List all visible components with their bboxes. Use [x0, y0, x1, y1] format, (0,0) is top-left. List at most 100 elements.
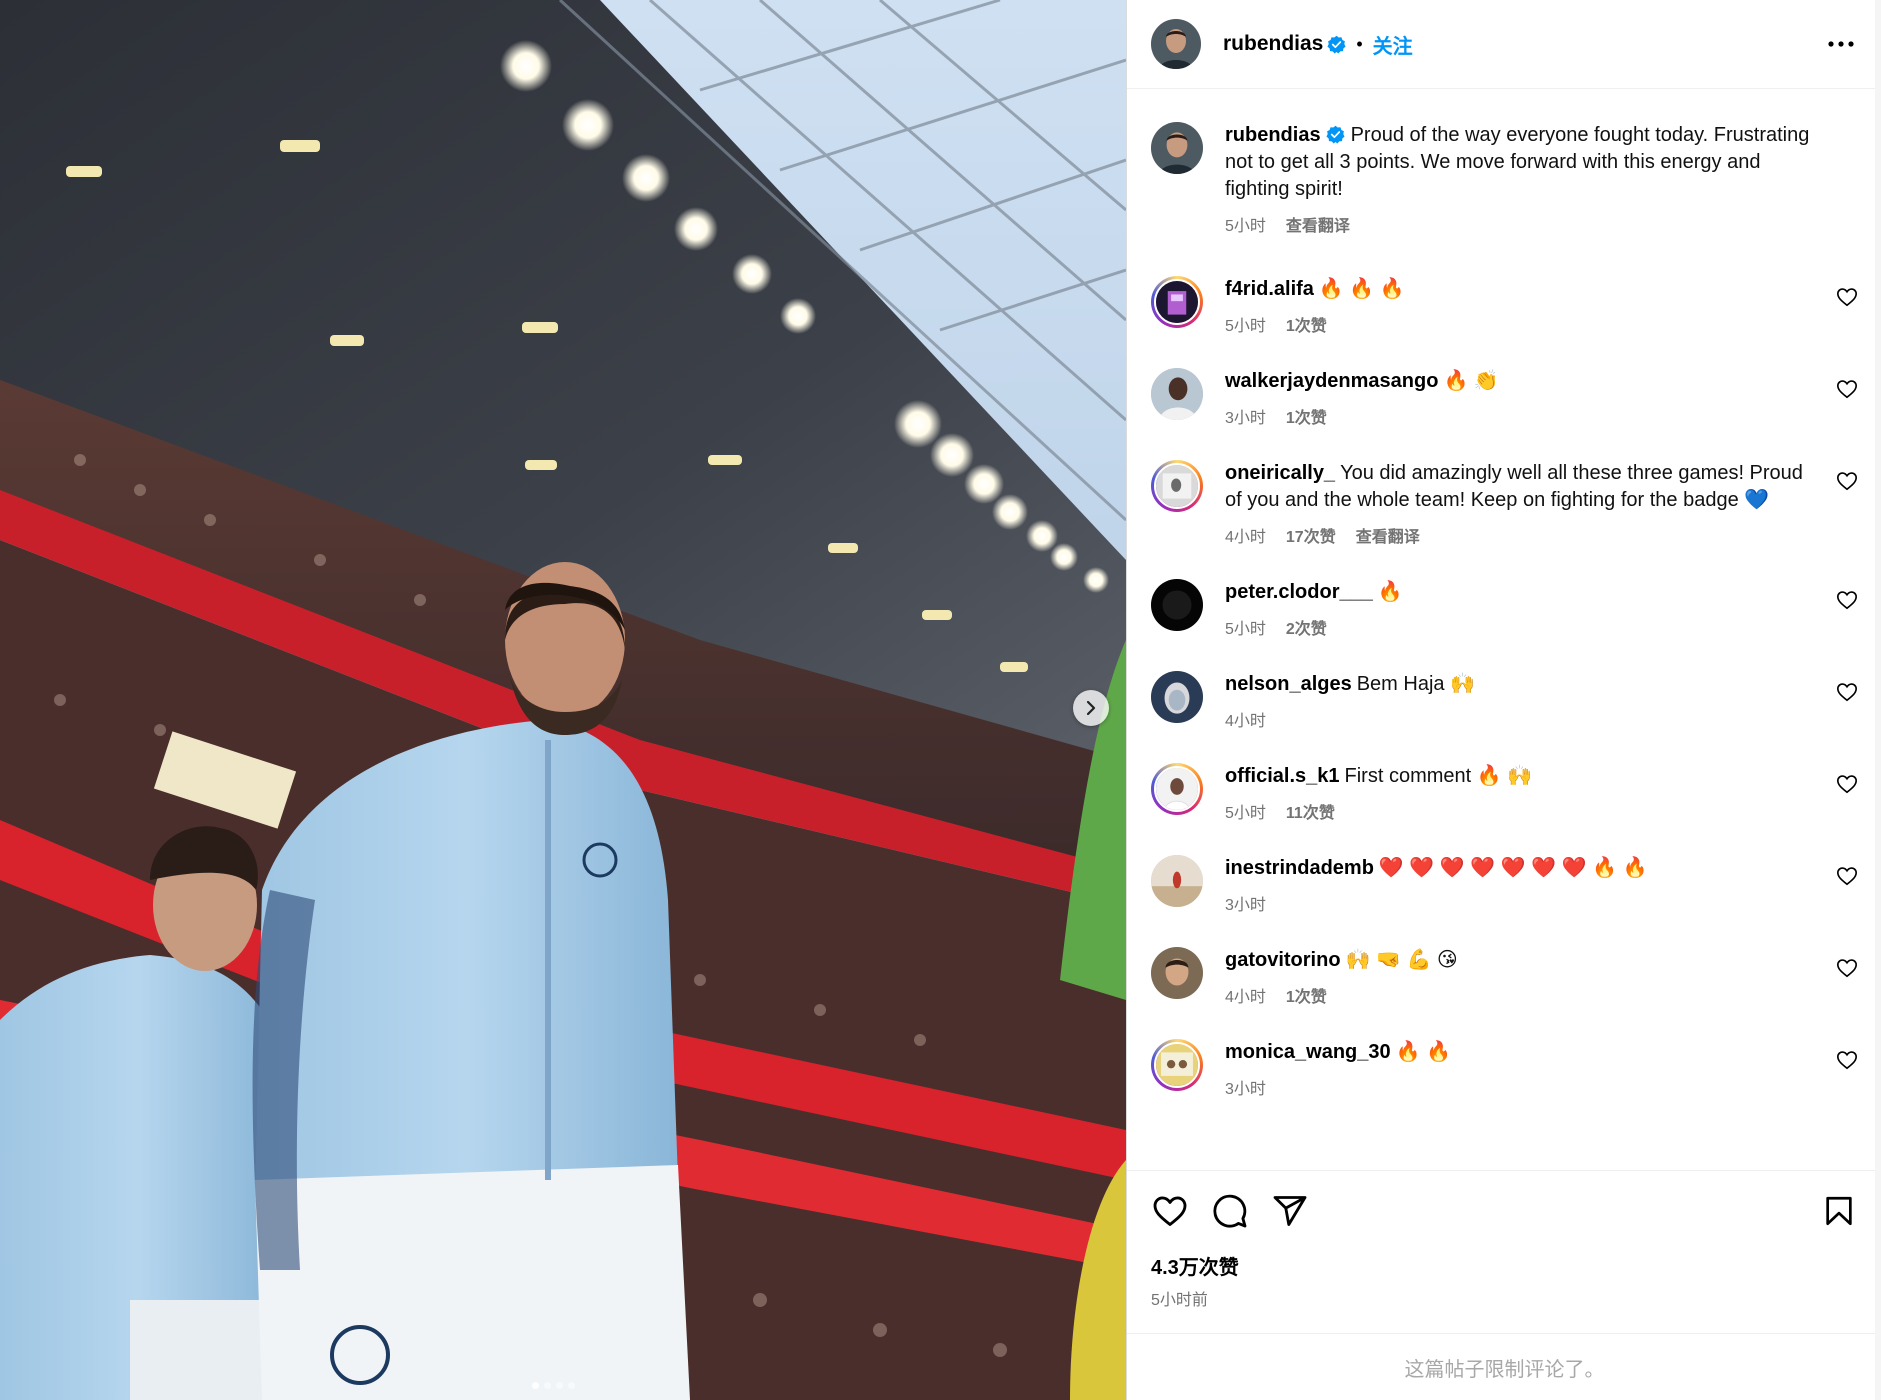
- carousel-indicator: [532, 1382, 575, 1389]
- commenter-avatar[interactable]: [1151, 947, 1203, 999]
- commenter-username[interactable]: gatovitorino: [1225, 949, 1341, 971]
- comment-likes[interactable]: 1次赞: [1286, 404, 1327, 428]
- avatar-image: [1156, 1044, 1198, 1086]
- heart-icon: [1153, 1196, 1187, 1226]
- commenter-avatar[interactable]: [1151, 1039, 1203, 1091]
- commenter-username[interactable]: nelson_alges: [1225, 673, 1352, 695]
- avatar-image: [1151, 368, 1203, 420]
- avatar-image: [1151, 122, 1203, 174]
- comments-list[interactable]: rubendias Proud of the way everyone fough…: [1127, 90, 1881, 1170]
- commenter-username[interactable]: inestrindademb: [1225, 857, 1374, 879]
- heart-icon[interactable]: [1836, 865, 1858, 887]
- carousel-next-button[interactable]: [1073, 690, 1109, 726]
- comment-item: inestrindademb ❤️ ❤️ ❤️ ❤️ ❤️ ❤️ ❤️ 🔥 🔥 3…: [1151, 855, 1858, 915]
- avatar-image: [1151, 671, 1203, 723]
- commenter-avatar[interactable]: [1151, 579, 1203, 631]
- paper-plane-icon: [1273, 1196, 1307, 1226]
- comment-likes[interactable]: 1次赞: [1286, 983, 1327, 1007]
- avatar-image: [1151, 579, 1203, 631]
- avatar-image: [1151, 855, 1203, 907]
- avatar-image: [1151, 19, 1201, 69]
- comment-likes[interactable]: 11次赞: [1286, 799, 1335, 823]
- avatar-image: [1156, 465, 1198, 507]
- translate-link[interactable]: 查看翻译: [1286, 212, 1350, 236]
- save-button[interactable]: [1820, 1192, 1858, 1230]
- comment-time[interactable]: 3小时: [1225, 404, 1266, 428]
- author-avatar[interactable]: [1151, 122, 1203, 174]
- likes-count[interactable]: 4.3万次赞: [1127, 1251, 1881, 1280]
- post-header: rubendias • 关注: [1127, 0, 1881, 89]
- comment-time[interactable]: 3小时: [1225, 891, 1266, 915]
- caption-time[interactable]: 5小时: [1225, 212, 1266, 236]
- follow-button[interactable]: 关注: [1373, 30, 1413, 59]
- heart-icon[interactable]: [1836, 286, 1858, 308]
- comment-item: f4rid.alifa 🔥 🔥 🔥 5小时 1次赞: [1151, 276, 1858, 336]
- commenter-username[interactable]: peter.clodor___: [1225, 581, 1373, 603]
- commenter-avatar[interactable]: [1151, 763, 1203, 815]
- caption-username[interactable]: rubendias: [1225, 124, 1321, 146]
- comment-text: 🔥 🔥: [1395, 1041, 1451, 1063]
- comments-limited-notice: 这篇帖子限制评论了。: [1127, 1333, 1881, 1400]
- comment-item: official.s_k1 First comment 🔥 🙌 5小时 11次赞: [1151, 763, 1858, 823]
- heart-icon[interactable]: [1836, 589, 1858, 611]
- separator-dot: •: [1356, 33, 1363, 54]
- commenter-username[interactable]: walkerjaydenmasango: [1225, 370, 1438, 392]
- post-actions: 4.3万次赞 5小时前: [1127, 1170, 1881, 1310]
- author-avatar[interactable]: [1151, 19, 1201, 69]
- share-button[interactable]: [1271, 1192, 1309, 1230]
- post-timestamp[interactable]: 5小时前: [1127, 1280, 1881, 1310]
- comment-text: 🔥 🔥 🔥: [1318, 278, 1405, 300]
- heart-icon[interactable]: [1836, 470, 1858, 492]
- comment-item: oneirically_ You did amazingly well all t…: [1151, 460, 1858, 547]
- carousel-dot: [568, 1382, 575, 1389]
- scrollbar[interactable]: [1875, 0, 1881, 1400]
- commenter-username[interactable]: oneirically_: [1225, 462, 1335, 484]
- commenter-username[interactable]: official.s_k1: [1225, 765, 1340, 787]
- like-button[interactable]: [1151, 1192, 1189, 1230]
- commenter-avatar[interactable]: [1151, 460, 1203, 512]
- comment-time[interactable]: 4小时: [1225, 707, 1266, 731]
- heart-icon[interactable]: [1836, 378, 1858, 400]
- comment-likes[interactable]: 1次赞: [1286, 312, 1327, 336]
- comment-text: 🙌 🤜 💪 😘: [1345, 949, 1458, 971]
- post-side-panel: rubendias • 关注 rubendias Proud of the wa…: [1126, 0, 1881, 1400]
- commenter-avatar[interactable]: [1151, 855, 1203, 907]
- comment-item: peter.clodor___ 🔥 5小时 2次赞: [1151, 579, 1858, 639]
- carousel-dot: [532, 1382, 539, 1389]
- chevron-right-icon: [1086, 700, 1096, 716]
- comment-time[interactable]: 5小时: [1225, 799, 1266, 823]
- verified-badge-icon: [1327, 35, 1346, 54]
- comment-button[interactable]: [1211, 1192, 1249, 1230]
- comment-time[interactable]: 5小时: [1225, 312, 1266, 336]
- commenter-username[interactable]: monica_wang_30: [1225, 1041, 1391, 1063]
- avatar-image: [1156, 768, 1198, 810]
- comment-text: ❤️ ❤️ ❤️ ❤️ ❤️ ❤️ ❤️ 🔥 🔥: [1378, 857, 1648, 879]
- commenter-username[interactable]: f4rid.alifa: [1225, 278, 1314, 300]
- more-options-button[interactable]: [1825, 28, 1857, 60]
- commenter-avatar[interactable]: [1151, 368, 1203, 420]
- comment-text: 🔥 👏: [1443, 370, 1499, 392]
- comment-time[interactable]: 3小时: [1225, 1075, 1266, 1099]
- author-username[interactable]: rubendias: [1223, 32, 1323, 56]
- comment-time[interactable]: 4小时: [1225, 983, 1266, 1007]
- commenter-avatar[interactable]: [1151, 276, 1203, 328]
- commenter-avatar[interactable]: [1151, 671, 1203, 723]
- comment-item: walkerjaydenmasango 🔥 👏 3小时 1次赞: [1151, 368, 1858, 428]
- comment-likes[interactable]: 17次赞: [1286, 523, 1336, 547]
- translate-link[interactable]: 查看翻译: [1356, 523, 1420, 547]
- heart-icon[interactable]: [1836, 1049, 1858, 1071]
- comment-text: First comment 🔥 🙌: [1344, 765, 1533, 787]
- comment-item: gatovitorino 🙌 🤜 💪 😘 4小时 1次赞: [1151, 947, 1858, 1007]
- comment-time[interactable]: 5小时: [1225, 615, 1266, 639]
- stadium-photo: [0, 0, 1126, 1400]
- avatar-image: [1151, 947, 1203, 999]
- avatar-image: [1156, 281, 1198, 323]
- post-photo: [0, 0, 1126, 1400]
- comment-time[interactable]: 4小时: [1225, 523, 1266, 547]
- comment-likes[interactable]: 2次赞: [1286, 615, 1327, 639]
- bookmark-icon: [1826, 1196, 1852, 1226]
- heart-icon[interactable]: [1836, 681, 1858, 703]
- carousel-dot: [544, 1382, 551, 1389]
- heart-icon[interactable]: [1836, 773, 1858, 795]
- heart-icon[interactable]: [1836, 957, 1858, 979]
